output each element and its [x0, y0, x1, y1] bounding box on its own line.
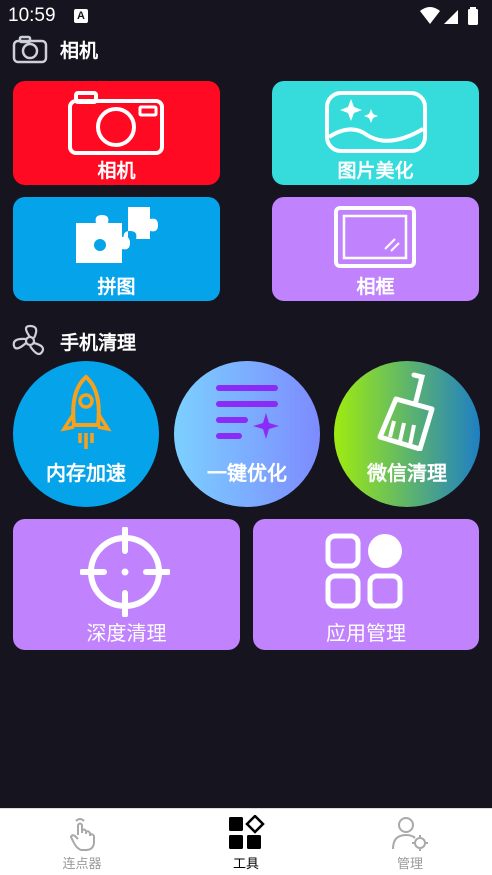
frame-card-label: 相框 [356, 276, 395, 298]
rocket-icon [60, 374, 112, 449]
user-gear-icon [392, 817, 428, 851]
camera-icon [68, 91, 164, 155]
wechat-clean-label: 微信清理 [367, 461, 447, 485]
camera-outline-icon [12, 35, 48, 64]
deep-clean-card[interactable]: 深度清理 [13, 519, 240, 650]
section-camera-header: 相机 [12, 32, 98, 66]
fan-icon [12, 324, 45, 356]
bottom-navigation: 连点器 工具 管理 [0, 808, 492, 875]
nav-item-clicker[interactable]: 连点器 [22, 809, 142, 875]
section-phone-title: 手机清理 [60, 331, 137, 354]
nav-label-tools: 工具 [232, 857, 259, 872]
deep-clean-label: 深度清理 [86, 621, 167, 645]
wechat-clean-button[interactable]: 微信清理 [334, 361, 480, 507]
section-camera-title: 相机 [60, 39, 99, 62]
wifi-icon [420, 7, 440, 24]
image-beautify-icon [325, 91, 427, 153]
camera-card-label: 相机 [97, 160, 136, 182]
puzzle-icon [76, 207, 158, 263]
nav-item-tools[interactable]: 工具 [186, 809, 306, 875]
tools-grid-icon [229, 815, 265, 849]
nav-item-manage[interactable]: 管理 [350, 809, 470, 875]
system-icons [420, 7, 478, 25]
nav-label-manage: 管理 [396, 857, 423, 872]
camera-card[interactable]: 相机 [13, 81, 220, 185]
list-sparkle-icon [216, 385, 279, 439]
signal-icon [444, 10, 458, 24]
collage-card[interactable]: 拼图 [13, 197, 220, 301]
status-time: 10:59 [8, 5, 56, 26]
one-click-optimize-button[interactable]: 一键优化 [174, 361, 320, 507]
battery-icon [468, 9, 478, 25]
beautify-card[interactable]: 图片美化 [272, 81, 479, 185]
notification-a-icon: A [74, 9, 88, 23]
app-manage-label: 应用管理 [326, 621, 406, 645]
photo-frame-icon [334, 206, 416, 268]
one-click-optimize-label: 一键优化 [207, 461, 287, 485]
app-manage-card[interactable]: 应用管理 [253, 519, 479, 650]
crosshair-icon [80, 527, 170, 617]
frame-card[interactable]: 相框 [272, 197, 479, 301]
broom-icon [377, 372, 435, 451]
collage-card-label: 拼图 [97, 276, 136, 298]
nav-label-clicker: 连点器 [62, 857, 102, 872]
memory-boost-label: 内存加速 [46, 461, 126, 485]
section-phone-header: 手机清理 [12, 324, 136, 358]
beautify-card-label: 图片美化 [337, 160, 414, 182]
app-grid-icon [325, 533, 403, 609]
memory-boost-button[interactable]: 内存加速 [13, 361, 159, 507]
status-bar: 10:59 A [0, 0, 492, 32]
tap-hand-icon [70, 818, 95, 851]
